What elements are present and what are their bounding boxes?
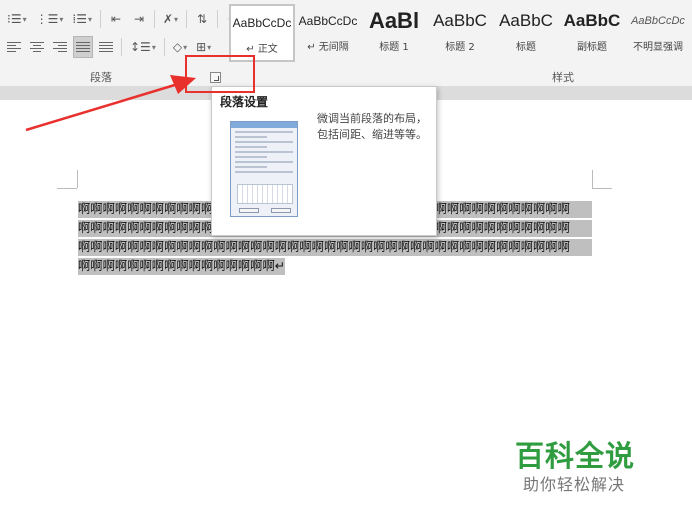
style-preview: AaBbC [433, 11, 487, 30]
document-line: 啊啊啊啊啊啊啊啊啊啊啊啊啊啊啊啊啊啊啊啊啊啊啊啊啊啊啊啊啊啊啊啊啊啊啊啊啊啊啊啊 [78, 239, 592, 256]
toolbar-divider [153, 10, 155, 28]
style-title[interactable]: AaBbC 标题 [493, 4, 559, 62]
paragraph-toolbar-row-1: ⁝☰ ⋮☰ ⁞☰ ⇤ ⇥ ✗ ⇅ ↵ [4, 8, 243, 30]
style-name: ↵ 无间隔 [307, 42, 349, 53]
watermark-title: 百科全说 [515, 439, 636, 473]
page-margin-mark [77, 170, 78, 188]
bullets-icon[interactable]: ⁝☰ [4, 8, 30, 30]
line-spacing-icon[interactable]: ↕☰ [127, 36, 159, 58]
style-name: 标题 2 [445, 42, 475, 53]
increase-indent-icon[interactable]: ⇥ [129, 8, 149, 30]
style-name: ↵ 正文 [246, 44, 278, 55]
style-preview: AaBbC [563, 11, 621, 30]
page-margin-mark [592, 170, 593, 188]
paragraph-toolbar-row-2: ↕☰ ◇ ⊞ [4, 36, 214, 58]
page-margin-mark [57, 188, 77, 189]
style-heading-1[interactable]: AaBl 标题 1 [361, 4, 427, 62]
styles-group-label: 样式 [552, 71, 574, 84]
tooltip-description: 微调当前段落的布局，包括间距、缩进等等。 [317, 112, 427, 141]
tooltip-title: 段落设置 [220, 95, 269, 109]
highlight-box [185, 55, 255, 93]
decrease-indent-icon[interactable]: ⇤ [106, 8, 126, 30]
style-no-spacing[interactable]: AaBbCcDc ↵ 无间隔 [295, 4, 361, 62]
toolbar-divider [163, 38, 165, 56]
toolbar-divider [121, 38, 122, 56]
paragraph-settings-tooltip: 段落设置 微调当前段落的布局，包括间距、缩进等等。 [211, 86, 437, 236]
paragraph-group-label: 段落 [90, 71, 112, 84]
align-left-icon[interactable] [4, 36, 24, 58]
toolbar-divider [186, 10, 188, 28]
numbering-icon[interactable]: ⋮☰ [33, 8, 67, 30]
style-preview: AaBl [368, 10, 420, 32]
style-heading-2[interactable]: AaBbC 标题 2 [427, 4, 493, 62]
align-right-icon[interactable] [50, 36, 70, 58]
styles-gallery: AaBbCcDc ↵ 正文 AaBbCcDc ↵ 无间隔 AaBl 标题 1 A… [229, 4, 692, 62]
paragraph-dialog-preview [230, 121, 298, 217]
style-subtitle[interactable]: AaBbC 副标题 [559, 4, 625, 62]
chinese-layout-icon[interactable]: ✗ [160, 8, 181, 30]
style-name: 副标题 [577, 42, 607, 53]
style-preview: AaBbC [499, 11, 553, 30]
toolbar-divider [99, 10, 101, 28]
style-name: 标题 [516, 42, 536, 53]
sort-icon[interactable]: ⇅ [192, 8, 212, 30]
justify-icon[interactable] [73, 36, 93, 58]
multilevel-list-icon[interactable]: ⁞☰ [69, 8, 95, 30]
align-center-icon[interactable] [27, 36, 47, 58]
style-preview: AaBbCcDc [232, 16, 292, 30]
style-name: 标题 1 [379, 42, 409, 53]
watermark-subtitle: 助你轻松解决 [523, 475, 626, 494]
style-name: 不明显强调 [633, 42, 683, 53]
style-normal[interactable]: AaBbCcDc ↵ 正文 [229, 4, 295, 62]
document-line: 啊啊啊啊啊啊啊啊啊啊啊啊啊啊啊啊↵ [78, 258, 286, 275]
style-preview: AaBbCcDc [298, 14, 358, 28]
distributed-icon[interactable] [96, 36, 116, 58]
page-margin-mark [592, 188, 612, 189]
toolbar-divider [217, 10, 219, 28]
style-preview: AaBbCcDc [631, 15, 685, 27]
style-subtle-emphasis[interactable]: AaBbCcDc 不明显强调 [625, 4, 691, 62]
